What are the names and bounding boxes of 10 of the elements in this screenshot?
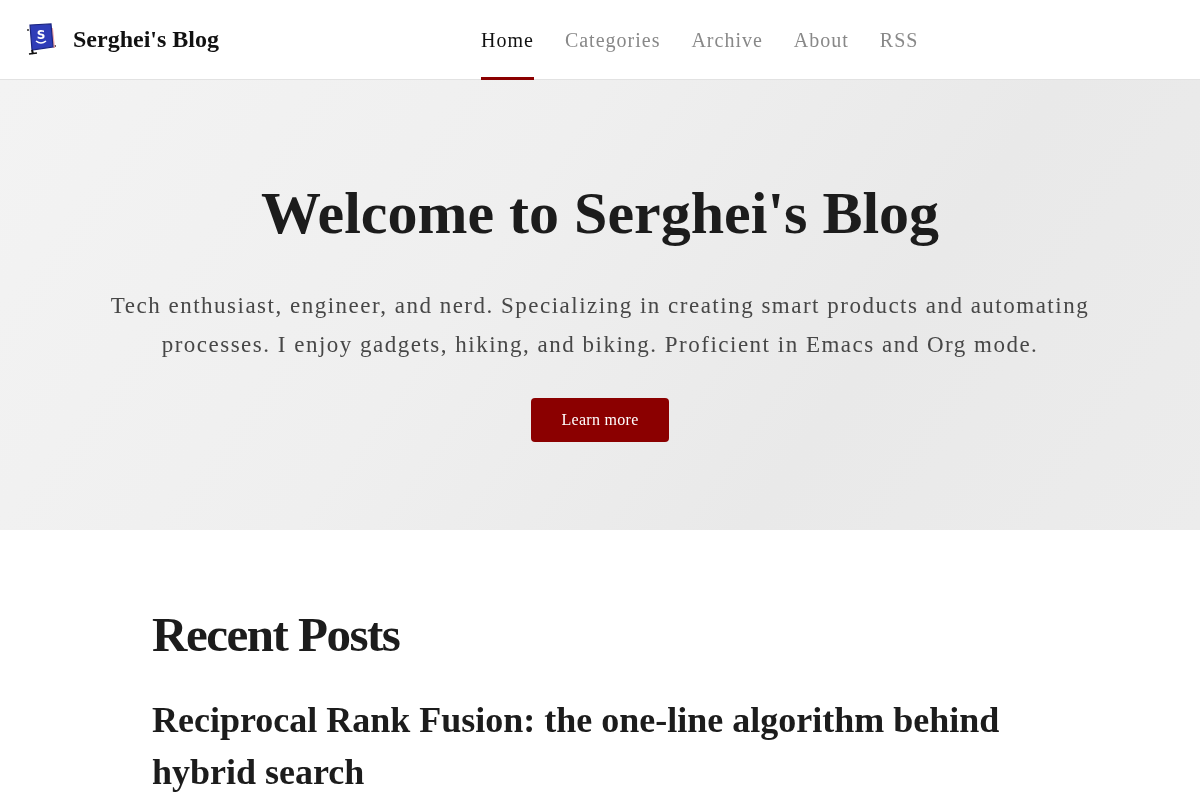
post-title-link[interactable]: Reciprocal Rank Fusion: the one-line algorithm behind hybrid search bbox=[152, 694, 1048, 798]
site-title[interactable]: Serghei's Blog bbox=[73, 26, 219, 53]
nav-link[interactable]: About bbox=[793, 0, 849, 80]
hero-description: Tech enthusiast, engineer, and nerd. Specializing in creating smart products and automating processes. I enjoy gadgets, hiking, and biking. Proficient in Emacs and Org mode. bbox=[109, 292, 1091, 359]
learn-more-button[interactable]: Learn more bbox=[531, 398, 669, 442]
nav-link[interactable]: Archive bbox=[691, 0, 763, 80]
section-heading: Recent Posts bbox=[152, 606, 401, 664]
nav-link[interactable]: RSS bbox=[879, 0, 919, 80]
hero-title: Welcome to Serghei's Blog bbox=[260, 179, 940, 248]
nav-link[interactable]: Categories bbox=[564, 0, 661, 80]
